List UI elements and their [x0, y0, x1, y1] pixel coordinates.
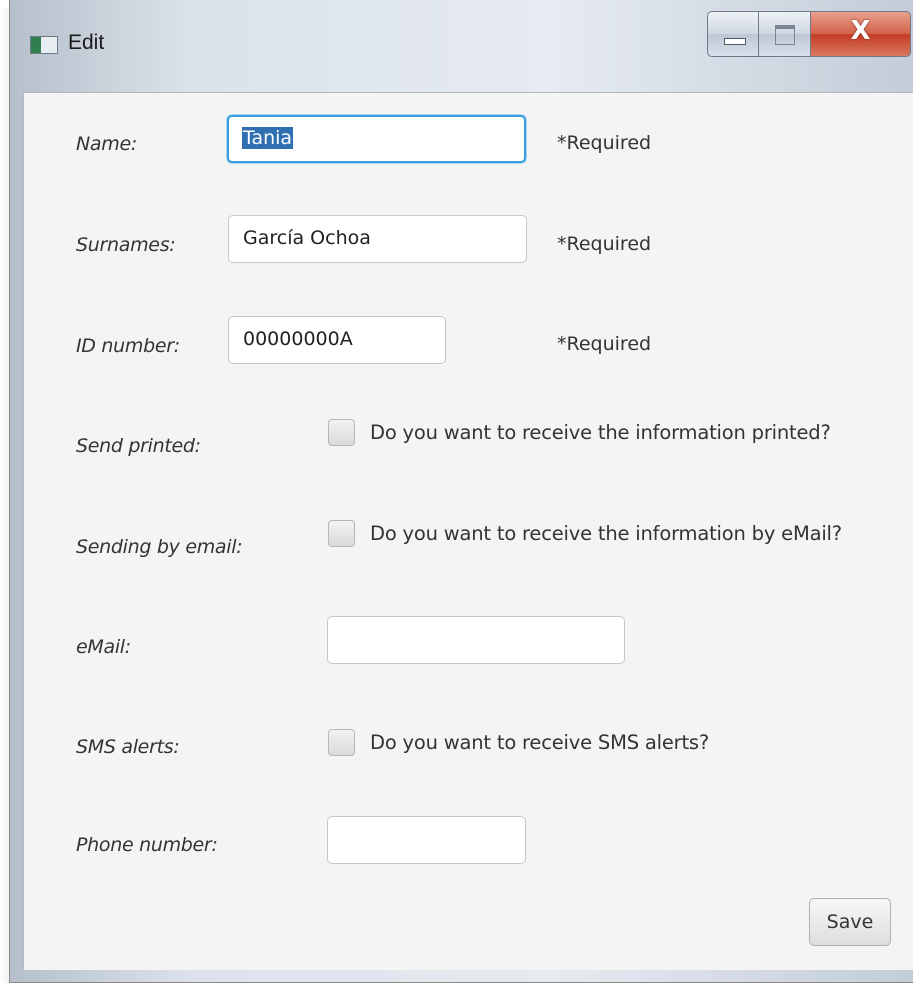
sms-alerts-label: SMS alerts:	[76, 736, 180, 758]
window-title: Edit	[68, 31, 105, 54]
phone-input[interactable]	[327, 816, 526, 864]
id-number-required-note: *Required	[557, 333, 652, 355]
surnames-input-value: García Ochoa	[243, 227, 371, 249]
email-input[interactable]	[327, 616, 625, 664]
send-printed-option-text: Do you want to receive the information p…	[370, 421, 831, 444]
maximize-button[interactable]	[759, 11, 811, 57]
name-required-note: *Required	[557, 132, 652, 154]
sms-alerts-checkbox[interactable]	[328, 729, 355, 756]
caption-buttons: X	[707, 11, 913, 57]
name-label: Name:	[76, 133, 137, 155]
send-printed-option[interactable]: Do you want to receive the information p…	[328, 419, 831, 446]
id-number-label: ID number:	[76, 335, 180, 357]
title-bar[interactable]: Edit X	[10, 0, 913, 92]
send-printed-label: Send printed:	[76, 435, 201, 457]
edit-window: Edit X Name: Tania *Required Surnames: G…	[9, 0, 913, 983]
app-window-icon	[30, 36, 58, 54]
maximize-icon	[775, 25, 795, 45]
name-input[interactable]: Tania	[227, 115, 526, 163]
send-email-option[interactable]: Do you want to receive the information b…	[328, 520, 842, 547]
sms-alerts-option-text: Do you want to receive SMS alerts?	[370, 731, 710, 754]
window-shadow	[0, 8, 9, 983]
send-email-option-text: Do you want to receive the information b…	[370, 522, 842, 545]
id-number-input[interactable]: 00000000A	[228, 316, 446, 364]
save-button[interactable]: Save	[809, 898, 891, 946]
send-email-checkbox[interactable]	[328, 520, 355, 547]
minimize-button[interactable]	[707, 11, 759, 57]
send-printed-checkbox[interactable]	[328, 419, 355, 446]
name-input-value: Tania	[242, 127, 294, 149]
surnames-required-note: *Required	[557, 233, 652, 255]
surnames-label: Surnames:	[76, 234, 176, 256]
send-email-label: Sending by email:	[76, 536, 243, 558]
surnames-input[interactable]: García Ochoa	[228, 215, 527, 263]
close-icon: X	[850, 16, 871, 46]
id-number-input-value: 00000000A	[243, 328, 353, 350]
form-panel: Name: Tania *Required Surnames: García O…	[23, 92, 913, 970]
close-button[interactable]: X	[811, 11, 911, 57]
minimize-icon	[724, 38, 746, 45]
sms-alerts-option[interactable]: Do you want to receive SMS alerts?	[328, 729, 709, 756]
email-label: eMail:	[76, 636, 131, 658]
phone-label: Phone number:	[76, 834, 218, 856]
